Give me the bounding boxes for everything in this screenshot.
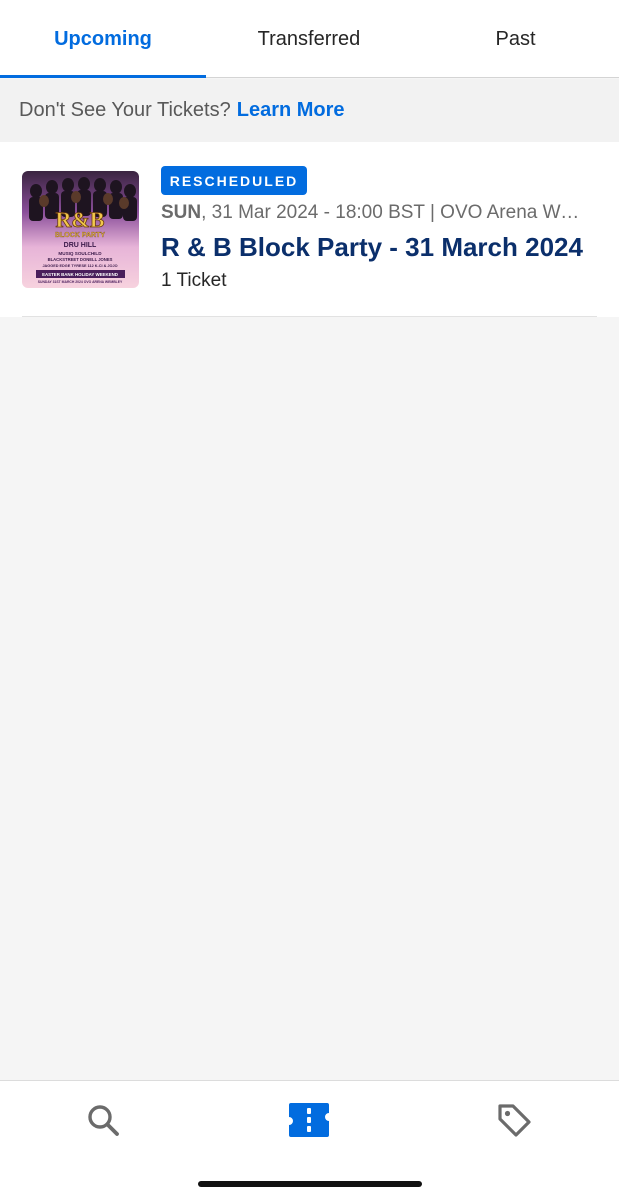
poster-subheading: BLOCK PARTY [55, 232, 105, 239]
home-indicator[interactable] [198, 1181, 422, 1187]
tab-bar: Upcoming Transferred Past [0, 0, 619, 78]
tab-upcoming-label: Upcoming [54, 27, 152, 50]
ticket-icon [289, 1103, 329, 1137]
event-date: SUN, 31 Mar 2024 - 18:00 BST | OVO Arena… [161, 202, 581, 224]
poster-headliner: DRU HILL [64, 242, 97, 249]
ticket-count: 1 Ticket [161, 270, 227, 291]
poster-lineup-3: JAGGED EDGE TYRESE 112 K-CI & JOJO [42, 264, 117, 268]
poster-lineup-2: BLACKSTREET DONELL JONES [48, 257, 113, 262]
search-icon [88, 1105, 119, 1136]
tag-icon [498, 1104, 531, 1137]
nav-tickets[interactable] [284, 1095, 334, 1145]
status-badge: RESCHEDULED [161, 166, 307, 195]
event-title[interactable]: R & B Block Party - 31 March 2024 [161, 232, 591, 263]
nav-sell[interactable] [489, 1095, 539, 1145]
tab-upcoming[interactable]: Upcoming [0, 0, 206, 78]
event-poster-image: R&B BLOCK PARTY DRU HILL MUSIQ SOULCHILD… [22, 171, 139, 288]
poster-banner: EASTER BANK HOLIDAY WEEKEND [42, 272, 118, 277]
poster-heading: R&B [56, 207, 105, 232]
notice-text: Don't See Your Tickets? [19, 99, 231, 121]
tab-transferred[interactable]: Transferred [206, 0, 412, 78]
learn-more-link[interactable]: Learn More [237, 99, 345, 122]
tab-past[interactable]: Past [412, 0, 619, 78]
event-card[interactable]: R&B BLOCK PARTY DRU HILL MUSIQ SOULCHILD… [0, 142, 619, 317]
event-date-venue: , 31 Mar 2024 - 18:00 BST | OVO Arena We… [201, 202, 581, 223]
card-divider [22, 316, 597, 317]
event-day: SUN [161, 202, 202, 223]
tab-transferred-label: Transferred [257, 27, 361, 50]
poster-date: SUNDAY 31ST MARCH 2024 OVO ARENA WEMBLEY [38, 280, 123, 284]
missing-tickets-notice: Don't See Your Tickets? Learn More [0, 79, 619, 142]
poster-lineup-1: MUSIQ SOULCHILD [58, 251, 102, 256]
tab-past-label: Past [495, 27, 536, 50]
active-tab-indicator [0, 75, 206, 78]
nav-search[interactable] [78, 1095, 128, 1145]
